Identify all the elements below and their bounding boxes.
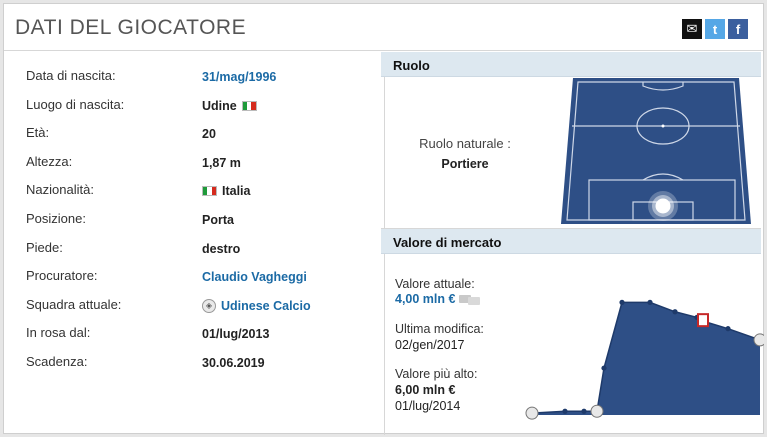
detail-value: Porta <box>202 213 234 227</box>
ruolo-value: Portiere <box>441 157 489 171</box>
chart-point[interactable] <box>562 408 568 414</box>
detail-value: 20 <box>202 127 216 141</box>
detail-value[interactable]: 31/mag/1996 <box>202 70 276 84</box>
email-share-icon[interactable]: ✉ <box>682 19 702 39</box>
current-value-label: Valore attuale: <box>395 277 475 291</box>
italy-flag-icon <box>202 186 217 197</box>
detail-row: Squadra attuale: ◈ Udinese Calcio <box>4 289 384 317</box>
detail-value[interactable]: Claudio Vagheggi <box>202 270 307 284</box>
detail-value-text: Udine <box>202 98 237 113</box>
detail-label: Piede: <box>26 239 63 255</box>
detail-row: In rosa dal: 01/lug/2013 <box>4 317 384 345</box>
chart-point-crest[interactable] <box>525 406 539 420</box>
chart-point-badge[interactable] <box>697 313 709 328</box>
chart-point[interactable] <box>672 309 678 315</box>
detail-value: 01/lug/2013 <box>202 327 269 341</box>
detail-label: Scadenza: <box>26 354 88 369</box>
chart-point-crest[interactable] <box>753 333 764 347</box>
highest-value: 6,00 mln € <box>395 383 456 397</box>
chart-point[interactable] <box>581 408 587 414</box>
detail-value: Italia <box>202 184 251 198</box>
detail-value-text: destro <box>202 241 241 256</box>
highest-value-date: 01/lug/2014 <box>395 399 461 413</box>
detail-value: 30.06.2019 <box>202 356 265 370</box>
detail-value: Udine <box>202 99 257 113</box>
player-details: Data di nascita: 31/mag/1996 Luogo di nasc… <box>4 52 384 435</box>
current-value[interactable]: 4,00 mln € <box>395 292 481 306</box>
pitch-diagram <box>561 78 751 224</box>
detail-row: Luogo di nascita: Udine <box>4 89 384 117</box>
italy-flag-icon <box>241 100 257 111</box>
chart-point[interactable] <box>725 326 731 332</box>
detail-row: Data di nascita: 31/mag/1996 <box>4 60 384 88</box>
detail-label: Posizione: <box>26 211 86 226</box>
chart-point[interactable] <box>619 299 625 305</box>
detail-label: Data di nascita: <box>26 68 116 83</box>
detail-label: Luogo di nascita: <box>26 96 125 112</box>
twitter-share-icon[interactable]: t <box>705 19 725 39</box>
detail-row: Piede: destro <box>4 232 384 260</box>
detail-value-text: Italia <box>222 184 251 199</box>
detail-value-text: Porta <box>202 213 234 227</box>
detail-value-text[interactable]: 31/mag/1996 <box>202 70 276 84</box>
last-change-value: 02/gen/2017 <box>395 338 465 352</box>
detail-value[interactable]: ◈ Udinese Calcio <box>202 298 311 313</box>
detail-value-text[interactable]: Claudio Vagheggi <box>202 270 307 284</box>
position-marker <box>655 198 671 214</box>
detail-row: Età: 20 <box>4 117 384 145</box>
detail-value-text[interactable]: Udinese Calcio <box>221 299 311 313</box>
detail-value-text: 01/lug/2013 <box>202 327 270 342</box>
club-crest-icon: ◈ <box>202 298 216 313</box>
detail-value-text: 1,87 m <box>202 155 241 170</box>
detail-label: Squadra attuale: <box>26 296 122 312</box>
card-header: DATI DEL GIOCATORE ✉ t f <box>4 4 763 51</box>
detail-value-text: 20 <box>202 127 216 142</box>
chart-area <box>532 302 760 415</box>
facebook-share-icon[interactable]: f <box>728 19 748 39</box>
detail-value-text: 30.06.2019 <box>202 356 265 370</box>
detail-label: In rosa dal: <box>26 325 91 341</box>
detail-value: destro <box>202 242 240 256</box>
detail-row: Procuratore: Claudio Vagheggi <box>4 260 384 288</box>
chart-point[interactable] <box>647 299 653 305</box>
ruolo-header: Ruolo <box>381 52 761 77</box>
last-change-label: Ultima modifica: <box>395 322 484 336</box>
highest-value-label: Valore più alto: <box>395 367 478 381</box>
current-value-text[interactable]: 4,00 mln € <box>395 292 455 306</box>
detail-label: Altezza: <box>26 153 73 169</box>
market-value-header: Valore di mercato <box>381 229 761 254</box>
market-value-chart[interactable] <box>520 285 764 425</box>
detail-label: Procuratore: <box>26 268 98 284</box>
ruolo-label: Ruolo naturale : <box>419 136 511 151</box>
detail-value: 1,87 m <box>202 156 241 170</box>
center-spot <box>661 124 665 128</box>
compare-icon[interactable] <box>459 294 481 305</box>
detail-label: Età: <box>26 125 50 141</box>
page-title: DATI DEL GIOCATORE <box>15 16 247 39</box>
chart-point[interactable] <box>601 365 607 371</box>
share-buttons: ✉ t f <box>682 19 748 39</box>
detail-row: Posizione: Porta <box>4 203 384 231</box>
detail-label: Nazionalità: <box>26 182 94 198</box>
detail-row: Scadenza: 30.06.2019 <box>4 346 384 374</box>
detail-row: Altezza: 1,87 m <box>4 146 384 174</box>
detail-row: Nazionalità: Italia <box>4 174 384 202</box>
chart-point-crest[interactable] <box>590 404 604 418</box>
